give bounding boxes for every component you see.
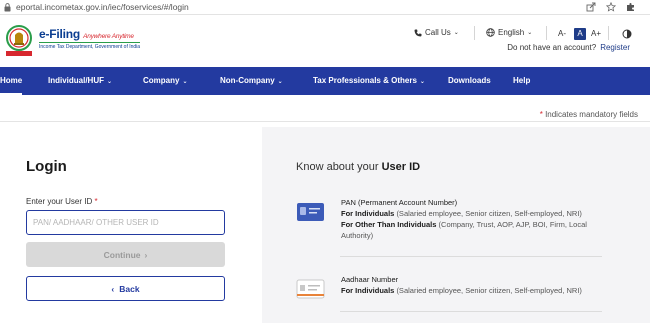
nav-label: Non-Company (220, 76, 275, 85)
aadhaar-card-icon (296, 279, 325, 299)
chevron-down-icon: ⌄ (182, 79, 188, 85)
continue-label: Continue (103, 249, 141, 260)
pan-others-label: For Other Than Individuals (341, 220, 437, 229)
nav-item-non-company[interactable]: Non-Company ⌄ (220, 67, 283, 95)
aadhaar-info: Aadhaar Number For Individuals (Salaried… (296, 274, 606, 314)
info-heading-bold: User ID (381, 161, 421, 173)
login-title: Login (26, 158, 67, 175)
call-us-dropdown[interactable]: Call Us ⌄ (414, 28, 459, 37)
nav-item-home[interactable]: Home (0, 67, 23, 95)
pan-title: PAN (Permanent Account Number) (341, 198, 458, 207)
font-normal-button[interactable]: A (574, 28, 586, 40)
user-id-label: Enter your User ID * (26, 197, 98, 206)
header-divider (474, 26, 475, 40)
browser-address-bar[interactable]: eportal.incometax.gov.in/iec/foservices/… (0, 0, 650, 15)
info-heading: Know about your User ID (296, 161, 420, 173)
language-dropdown[interactable]: English ⌄ (486, 28, 532, 37)
nav-item-help[interactable]: Help (513, 67, 530, 95)
pan-individuals-text: (Salaried employee, Senior citizen, Self… (396, 209, 582, 218)
register-link[interactable]: Register (600, 43, 630, 52)
continue-button[interactable]: Continue › (26, 242, 225, 267)
brand-subtitle: Income Tax Department, Government of Ind… (39, 42, 141, 50)
address-url[interactable]: eportal.incometax.gov.in/iec/foservices/… (16, 2, 189, 12)
brand-logo[interactable]: e-Filing Anywhere Anytime Income Tax Depa… (39, 27, 141, 50)
aadhaar-individuals-text: (Salaried employee, Senior citizen, Self… (396, 286, 582, 295)
chevron-down-icon: ⌄ (277, 79, 283, 85)
bookmark-star-icon[interactable] (606, 2, 616, 12)
user-id-info-panel: Know about your User ID PAN (Permanent Ac… (262, 127, 650, 323)
font-increase-button[interactable]: A+ (590, 28, 602, 40)
nav-item-downloads[interactable]: Downloads (448, 67, 491, 95)
nav-item-tax-professionals[interactable]: Tax Professionals & Others ⌄ (313, 67, 425, 95)
user-id-input[interactable] (26, 210, 225, 235)
nav-label: Tax Professionals & Others (313, 76, 417, 85)
chevron-down-icon: ⌄ (527, 30, 533, 36)
info-divider (340, 256, 602, 257)
section-divider (0, 121, 650, 122)
nav-label: Company (143, 76, 180, 85)
brand-tagline: Anywhere Anytime (83, 33, 134, 40)
globe-icon (486, 28, 495, 37)
back-label: Back (119, 283, 140, 294)
phone-icon (414, 29, 422, 36)
aadhaar-title: Aadhaar Number (341, 275, 399, 284)
required-asterisk: * (92, 197, 98, 206)
info-divider (340, 311, 602, 312)
font-decrease-button[interactable]: A- (556, 28, 568, 40)
share-icon[interactable] (586, 2, 596, 12)
chevron-right-icon: › (144, 249, 148, 260)
nav-item-individual-huf[interactable]: Individual/HUF ⌄ (48, 67, 112, 95)
chevron-down-icon: ⌄ (453, 30, 459, 36)
nav-label: Downloads (448, 76, 491, 85)
brand-title: e-Filing (39, 27, 81, 41)
nav-label: Help (513, 76, 531, 85)
no-account-text: Do not have an account? (507, 43, 597, 52)
chevron-down-icon: ⌄ (419, 79, 425, 85)
contrast-toggle-icon[interactable] (622, 29, 632, 39)
header-divider (546, 26, 547, 40)
government-emblem-logo (6, 25, 32, 56)
user-id-label-text: Enter your User ID (26, 197, 93, 206)
back-button[interactable]: ‹ Back (26, 276, 225, 301)
chevron-left-icon: ‹ (111, 283, 115, 294)
mandatory-fields-note: * Indicates mandatory fields (540, 110, 638, 119)
language-label: English (498, 28, 525, 37)
header-divider (608, 26, 609, 40)
lock-icon (4, 3, 11, 12)
aadhaar-individuals-label: For Individuals (341, 286, 395, 295)
account-prompt: Do not have an account? Register (507, 43, 630, 52)
pan-individuals-label: For Individuals (341, 209, 395, 218)
chevron-down-icon: ⌄ (107, 79, 113, 85)
info-heading-prefix: Know about your (296, 161, 379, 173)
pan-info: PAN (Permanent Account Number) For Indiv… (296, 197, 606, 249)
mandatory-note-text: Indicates mandatory fields (545, 110, 638, 119)
main-nav: Home Individual/HUF ⌄ Company ⌄ Non-Compan… (0, 67, 650, 95)
extensions-puzzle-icon[interactable] (626, 2, 636, 12)
site-header: e-Filing Anywhere Anytime Income Tax Depa… (0, 16, 650, 68)
nav-label: Home (0, 76, 23, 85)
nav-item-company[interactable]: Company ⌄ (143, 67, 187, 95)
call-us-label: Call Us (425, 28, 451, 37)
pan-card-icon (297, 203, 324, 221)
nav-label: Individual/HUF (48, 76, 104, 85)
